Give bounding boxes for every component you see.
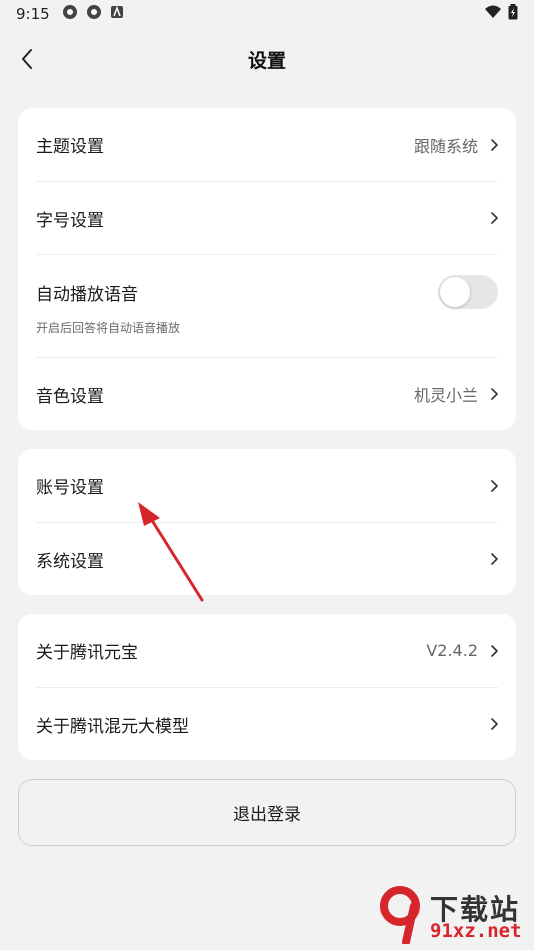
back-button[interactable] — [12, 44, 42, 74]
autoplay-voice-label: 自动播放语音 — [36, 285, 138, 305]
system-setting-label: 系统设置 — [36, 551, 104, 572]
page-title: 设置 — [247, 49, 286, 72]
font-size-setting-row[interactable]: 字号设置 — [36, 181, 498, 254]
autoplay-voice-description: 开启后回答将自动语音播放 — [36, 321, 181, 335]
about-yuanbao-label: 关于腾讯元宝 — [36, 643, 138, 663]
theme-setting-row[interactable]: 主题设置 跟随系统 — [36, 108, 498, 181]
app-a-icon — [110, 5, 124, 23]
chevron-right-icon — [491, 138, 498, 151]
header: 设置 — [0, 28, 534, 90]
theme-setting-label: 主题设置 — [36, 137, 104, 157]
autoplay-voice-row: 自动播放语音 开启后回答将自动语音播放 — [36, 254, 498, 357]
about-hunyuan-row[interactable]: 关于腾讯混元大模型 — [36, 687, 498, 760]
settings-card-account: 账号设置 系统设置 — [18, 449, 516, 595]
autoplay-voice-toggle[interactable] — [438, 275, 498, 309]
app-notification-icon — [62, 4, 78, 24]
status-time: 9:15 — [16, 5, 50, 23]
voice-tone-setting-row[interactable]: 音色设置 机灵小兰 — [36, 357, 498, 430]
chevron-left-icon — [22, 49, 32, 69]
system-setting-row[interactable]: 系统设置 — [36, 522, 498, 595]
about-hunyuan-label: 关于腾讯混元大模型 — [36, 716, 189, 737]
logout-button[interactable]: 退出登录 — [18, 779, 516, 846]
chevron-right-icon — [491, 718, 498, 730]
chevron-right-icon — [491, 388, 498, 400]
chevron-right-icon — [491, 479, 498, 492]
wifi-icon — [484, 5, 502, 23]
app-notification-icon — [86, 4, 102, 24]
voice-tone-setting-value: 机灵小兰 — [413, 386, 478, 405]
annotation-arrow-icon — [138, 502, 204, 602]
font-size-setting-label: 字号设置 — [36, 210, 104, 231]
site-watermark: 下载站 91xz.net — [378, 886, 528, 946]
about-yuanbao-row[interactable]: 关于腾讯元宝 V2.4.2 — [36, 614, 498, 687]
settings-card-display: 主题设置 跟随系统 字号设置 自动播放语音 开启后回答将自动语音播放 音色设置 … — [18, 108, 516, 430]
account-setting-label: 账号设置 — [36, 478, 104, 498]
toggle-knob — [440, 277, 470, 307]
voice-tone-setting-label: 音色设置 — [36, 386, 104, 407]
chevron-right-icon — [491, 553, 498, 565]
chevron-right-icon — [491, 212, 498, 224]
watermark-url: 91xz.net — [430, 920, 522, 942]
theme-setting-value: 跟随系统 — [413, 136, 478, 156]
chevron-right-icon — [491, 644, 498, 657]
battery-icon — [508, 4, 518, 24]
account-setting-row[interactable]: 账号设置 — [36, 449, 498, 522]
watermark-logo-icon — [380, 886, 420, 944]
settings-card-about: 关于腾讯元宝 V2.4.2 关于腾讯混元大模型 — [18, 614, 516, 760]
app-version-value: V2.4.2 — [426, 641, 478, 660]
status-bar: 9:15 — [0, 0, 534, 28]
